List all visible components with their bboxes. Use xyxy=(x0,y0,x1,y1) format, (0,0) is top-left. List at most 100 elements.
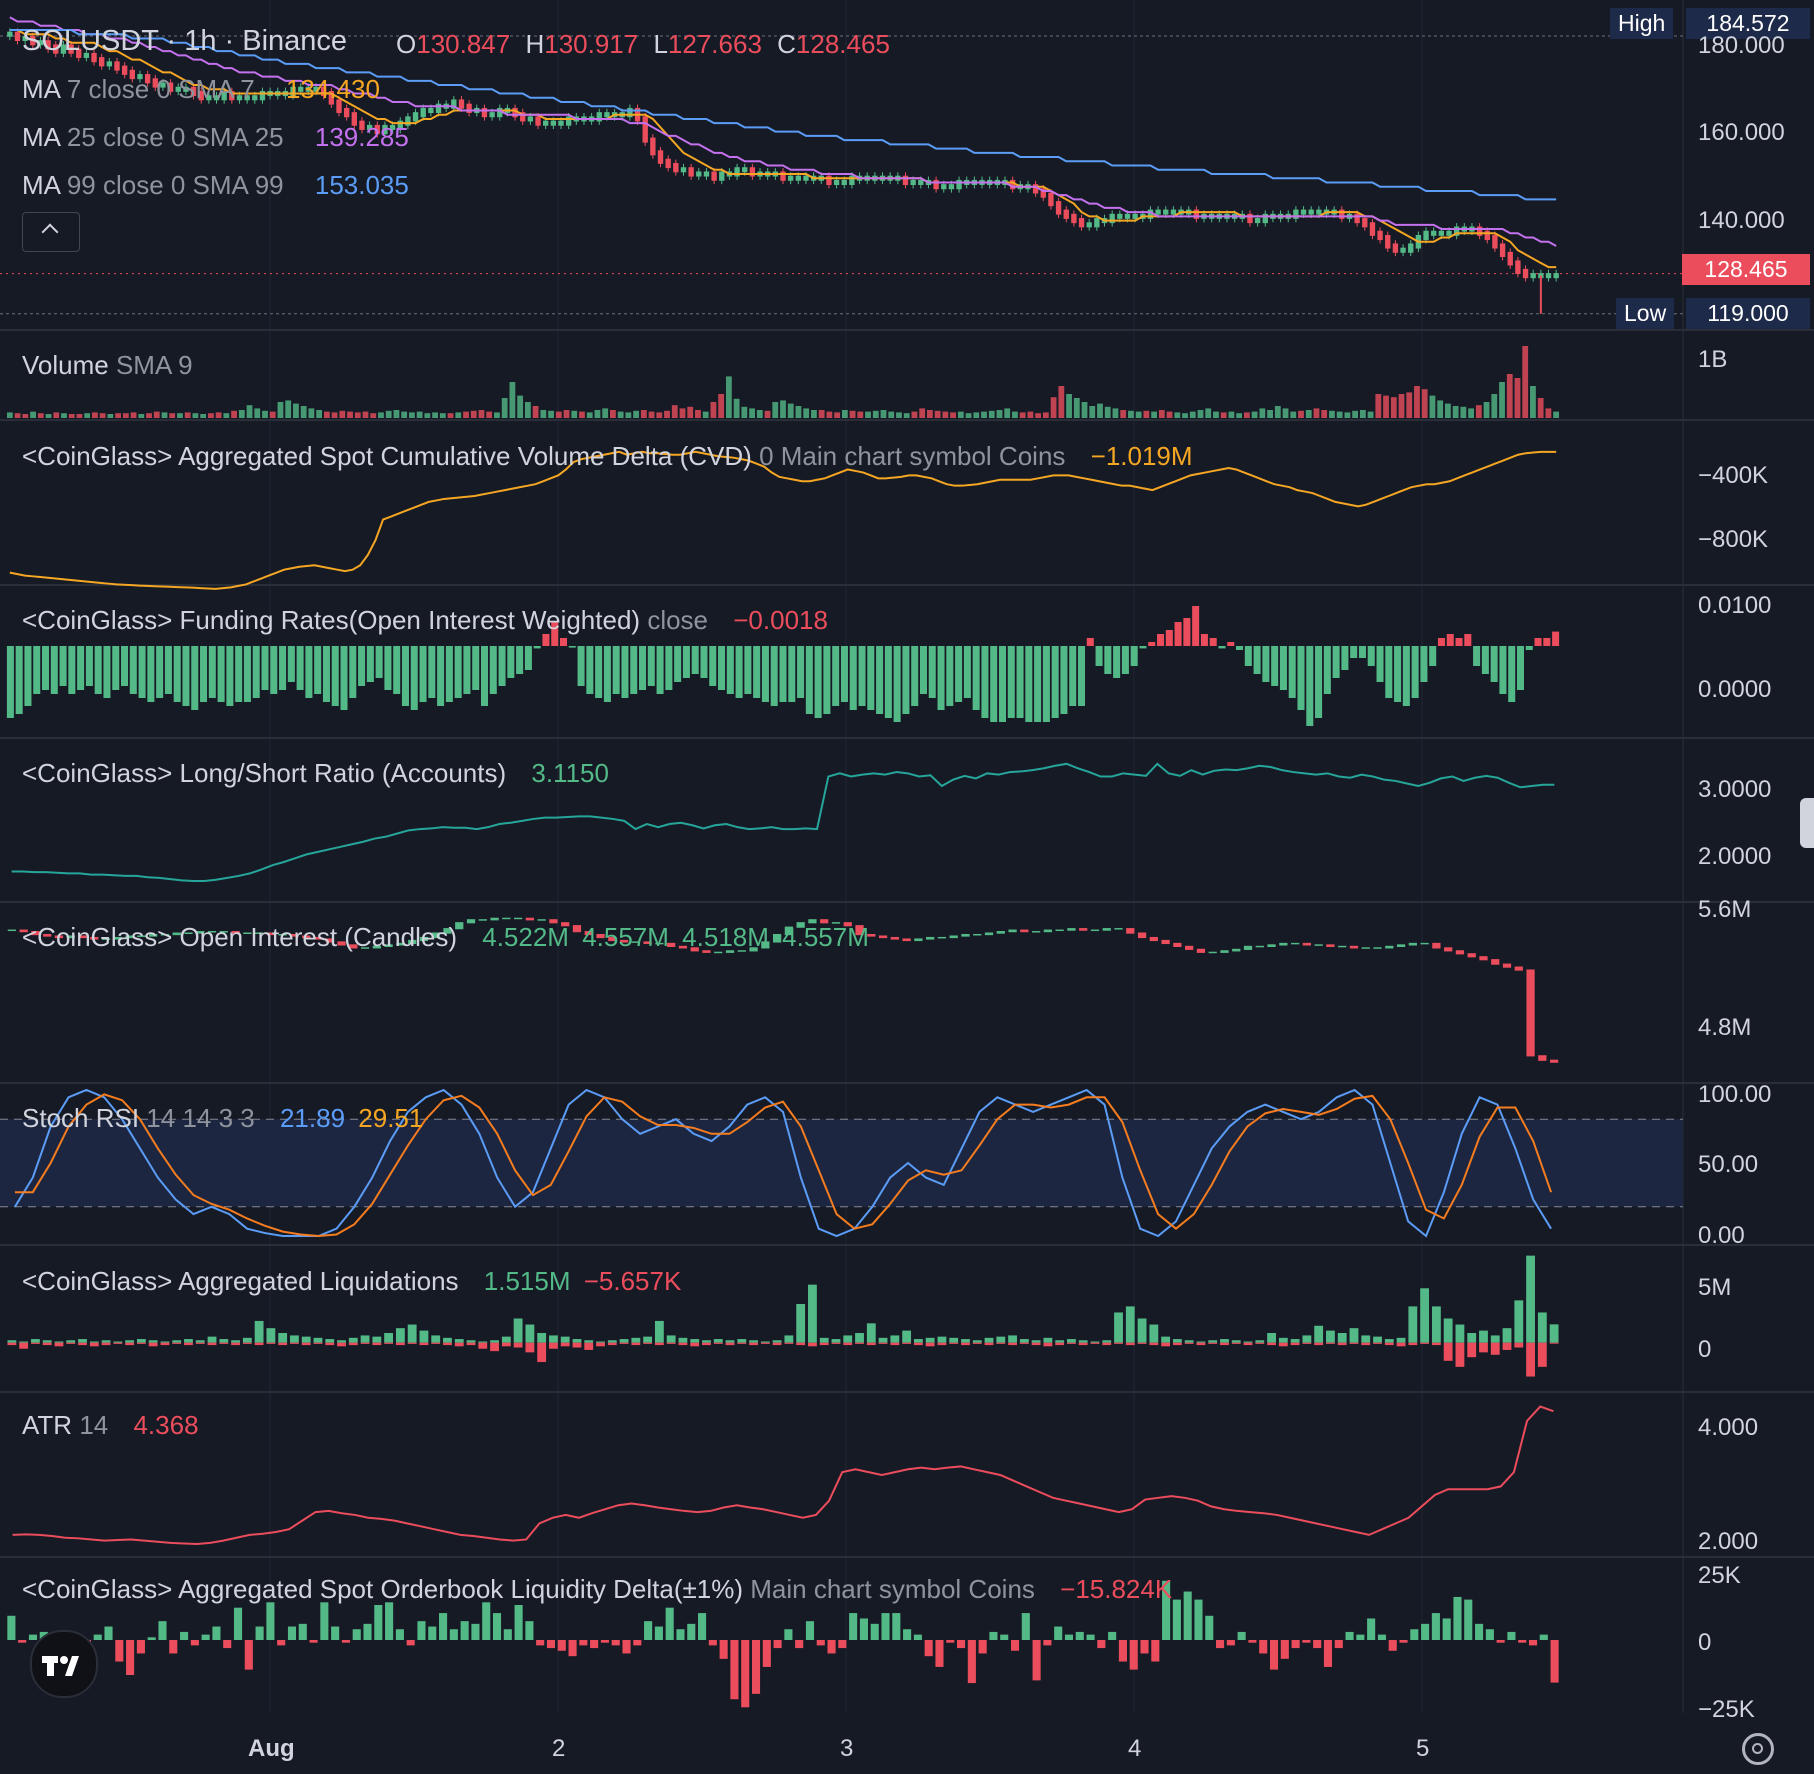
funding-bar xyxy=(779,646,787,702)
funding-bar xyxy=(902,646,910,714)
volume-bar xyxy=(370,413,377,418)
liq-short-bar xyxy=(466,1342,476,1346)
collapse-legend-button[interactable] xyxy=(22,212,80,252)
price-candle xyxy=(711,171,717,181)
price-candle xyxy=(1293,209,1299,219)
liq-long-bar xyxy=(1526,1255,1535,1343)
funding-bar xyxy=(384,646,392,690)
oi-candle xyxy=(1432,942,1441,949)
liq-long-bar xyxy=(913,1339,923,1343)
tradingview-logo-icon[interactable] xyxy=(30,1630,98,1698)
cvd-legend[interactable]: <CoinGlass> Aggregated Spot Cumulative V… xyxy=(22,441,1193,471)
chart-canvas[interactable] xyxy=(0,0,1814,1774)
x-tick-5: 5 xyxy=(1416,1735,1430,1762)
price-candle xyxy=(956,179,962,190)
funding-bar xyxy=(1420,646,1428,682)
liq-long-bar xyxy=(796,1303,806,1343)
orderbook-delta-bar xyxy=(978,1640,987,1654)
oi-candle xyxy=(1502,963,1512,968)
liq-long-bar xyxy=(1278,1337,1288,1343)
funding-bar xyxy=(480,646,489,706)
liq-long-bar xyxy=(266,1328,276,1343)
liq-short-bar xyxy=(1172,1342,1182,1346)
volume-bar xyxy=(354,412,361,418)
liq-long-bar xyxy=(1337,1333,1347,1343)
orderbook-delta-bar xyxy=(590,1640,599,1649)
stoch-rsi-legend[interactable]: Stoch RSI 14 14 3 3 21.89 29.51 xyxy=(22,1103,423,1133)
funding-bar xyxy=(928,646,936,698)
ma99-legend[interactable]: MA 99 close 0 SMA 99 153.035 xyxy=(22,170,409,200)
atr-legend[interactable]: ATR 14 4.368 xyxy=(22,1410,199,1440)
price-candle xyxy=(1155,209,1161,215)
orderbook-delta-bar xyxy=(1259,1640,1268,1654)
liquidations-legend[interactable]: <CoinGlass> Aggregated Liquidations 1.51… xyxy=(22,1266,681,1296)
funding-bar xyxy=(612,646,620,694)
liq-long-bar xyxy=(631,1337,641,1343)
ma25-legend[interactable]: MA 25 close 0 SMA 25 139.285 xyxy=(22,122,409,152)
orderbook-delta-bar xyxy=(1323,1640,1333,1667)
long-short-legend[interactable]: <CoinGlass> Long/Short Ratio (Accounts) … xyxy=(22,758,609,788)
funding-bar xyxy=(726,646,734,694)
liq-long-bar xyxy=(749,1340,758,1343)
price-candle xyxy=(428,107,434,114)
price-candle xyxy=(1492,234,1498,249)
price-candle xyxy=(795,175,801,181)
price-candle xyxy=(1055,201,1062,215)
sidebar-toggle-handle[interactable] xyxy=(1800,798,1814,848)
atr-tick-2: 2.000 xyxy=(1698,1528,1759,1555)
liq-short-bar xyxy=(172,1342,182,1344)
oi-candle xyxy=(1302,942,1312,946)
funding-bar xyxy=(1236,646,1244,650)
liq-short-bar xyxy=(1420,1342,1430,1344)
volume-bar xyxy=(447,413,454,418)
funding-bar xyxy=(568,646,576,648)
funding-bar xyxy=(1323,646,1331,694)
price-candle xyxy=(466,103,472,114)
funding-bar xyxy=(805,646,813,714)
liq-short-bar xyxy=(360,1342,370,1344)
liq-long-bar xyxy=(760,1341,770,1343)
volume-bar xyxy=(988,410,995,418)
funding-bar xyxy=(937,646,945,710)
orderbook-delta-bar xyxy=(924,1640,933,1657)
liq-short-bar xyxy=(1337,1342,1347,1346)
liq-short-bar xyxy=(301,1342,311,1346)
liq-long-bar xyxy=(584,1340,594,1343)
orderbook-delta-bar xyxy=(18,1640,27,1643)
funding-bar xyxy=(1157,634,1165,646)
volume-bar xyxy=(207,413,214,418)
funding-bar xyxy=(59,646,67,686)
ma7-legend[interactable]: MA 7 close 0 SMA 7 134.430 xyxy=(22,74,380,104)
x-tick-3: 3 xyxy=(840,1735,854,1762)
orderbook-delta-bar xyxy=(115,1640,124,1662)
price-candle xyxy=(841,179,847,186)
funding-bar xyxy=(1516,646,1525,690)
price-candle xyxy=(627,107,633,118)
funding-bar xyxy=(797,646,805,698)
oi-tick-5.6m: 5.6M xyxy=(1698,896,1752,923)
funding-bar xyxy=(1508,646,1516,702)
funding-legend[interactable]: <CoinGlass> Funding Rates(Open Interest … xyxy=(22,605,828,635)
volume-bar xyxy=(14,413,21,418)
volume-bar xyxy=(710,402,717,418)
price-candle xyxy=(1094,218,1100,228)
orderbook-delta-legend[interactable]: <CoinGlass> Aggregated Spot Orderbook Li… xyxy=(22,1574,1172,1604)
orderbook-delta-bar xyxy=(600,1640,609,1643)
liq-short-bar xyxy=(1490,1342,1500,1355)
volume-bar xyxy=(1019,412,1026,418)
volume-bar xyxy=(764,410,771,418)
gear-icon[interactable] xyxy=(1742,1733,1774,1765)
orderbook-delta-bar xyxy=(805,1621,815,1640)
volume-bar xyxy=(1499,382,1505,418)
orderbook-delta-bar xyxy=(633,1640,642,1646)
funding-bar xyxy=(876,646,884,714)
volume-bar xyxy=(161,412,168,418)
open-interest-legend[interactable]: <CoinGlass> Open Interest (Candles) 4.52… xyxy=(22,922,869,952)
liq-long-bar xyxy=(1184,1340,1194,1343)
volume-legend[interactable]: Volume SMA 9 xyxy=(22,350,193,380)
volume-bar xyxy=(919,408,926,418)
oi-candle xyxy=(1408,942,1417,946)
liq-long-bar xyxy=(313,1337,323,1343)
funding-bar xyxy=(761,646,769,702)
volume-bar xyxy=(818,410,825,418)
